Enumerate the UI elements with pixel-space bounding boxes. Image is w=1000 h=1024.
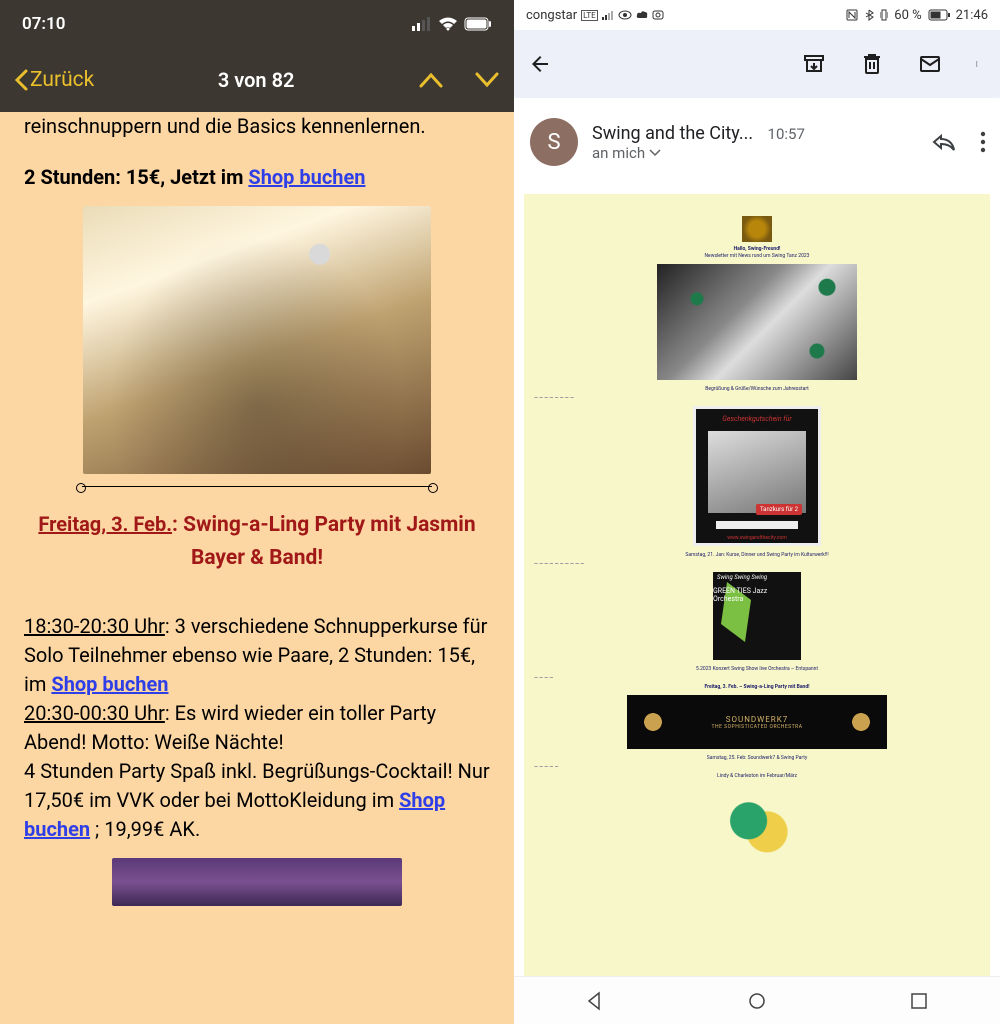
poster-band: GREEN TIES Jazz Orchestra bbox=[713, 588, 795, 603]
chevron-left-icon bbox=[14, 69, 28, 91]
nav-home-button[interactable] bbox=[747, 991, 767, 1011]
poster-dark-title: SOUNDWERK7 bbox=[726, 715, 789, 724]
battery-pct: 60 % bbox=[894, 8, 921, 23]
green-ties-poster: Swing Swing Swing GREEN TIES Jazz Orches… bbox=[713, 572, 801, 660]
event-heading: Freitag, 3. Feb.: Swing-a-Ling Party mit… bbox=[24, 509, 490, 574]
caption-2: Samstag, 21. Jan: Kurse, Dinner und Swin… bbox=[532, 552, 982, 557]
android-nav-bar bbox=[514, 976, 1000, 1024]
body-text-4: — — — — — bbox=[534, 764, 982, 769]
signal-bars-icon bbox=[602, 10, 614, 20]
wifi-icon bbox=[438, 17, 458, 31]
clock: 21:46 bbox=[956, 8, 988, 23]
carrier-label: congstar bbox=[526, 8, 577, 23]
subtitle-line: Newsletter mit News rund um Swing Tanz 2… bbox=[532, 253, 982, 258]
price-line: 2 Stunden: 15€, Jetzt im Shop buchen bbox=[24, 163, 490, 192]
poster-swing-top: Swing Swing Swing bbox=[717, 574, 767, 581]
more-menu-button[interactable] bbox=[976, 52, 982, 76]
nav-recent-button[interactable] bbox=[909, 991, 929, 1011]
ios-phone: 07:10 Zurück 3 von 82 reinschnuppern und… bbox=[0, 0, 514, 1024]
status-time: 07:10 bbox=[22, 14, 65, 34]
gmail-toolbar bbox=[514, 30, 1000, 98]
ios-nav-bar: Zurück 3 von 82 bbox=[0, 48, 514, 112]
chevron-down-icon bbox=[649, 149, 661, 157]
recipient-label[interactable]: an mich bbox=[592, 144, 805, 162]
crest-logo bbox=[742, 216, 772, 242]
price-prefix: 2 Stunden: 15€, Jetzt im bbox=[24, 165, 248, 189]
slot3-tail: ; 19,99€ AK. bbox=[90, 817, 200, 841]
body-text-2: — — — — — — — — — — bbox=[534, 561, 982, 566]
poster-dark-sub: THE SOPHISTICATED ORCHESTRA bbox=[712, 724, 803, 730]
cell-signal-icon bbox=[412, 17, 432, 31]
caption-3: 5.2023 Konzert Swing Show live Orchestra… bbox=[532, 666, 982, 671]
back-label: Zurück bbox=[30, 68, 94, 92]
greeting-line: Hallo, Swing-Freund! bbox=[532, 246, 982, 251]
bluetooth-icon bbox=[864, 9, 874, 21]
sender-time: 10:57 bbox=[768, 125, 805, 143]
sender-row[interactable]: S Swing and the City... 10:57 an mich bbox=[514, 98, 1000, 178]
back-arrow-button[interactable] bbox=[528, 52, 552, 76]
ornament-divider bbox=[82, 486, 432, 487]
event-date: Freitag, 3. Feb. bbox=[38, 512, 172, 536]
voucher-badge: Tanzkurs für 2 bbox=[756, 504, 802, 515]
soundwerk-poster: SOUNDWERK7 THE SOPHISTICATED ORCHESTRA bbox=[627, 695, 887, 749]
voucher-image: Geschenkgutschein für Tanzkurs für 2 www… bbox=[693, 406, 821, 546]
vibrate-icon bbox=[880, 9, 888, 21]
status-right-icons bbox=[412, 17, 492, 31]
slot1-time: 18:30-20:30 Uhr bbox=[24, 614, 165, 638]
caption-4: Freitag, 3. Feb. – Swing-a-Ling Party mi… bbox=[532, 684, 982, 689]
lte-icon: LTE bbox=[581, 10, 598, 21]
reply-button[interactable] bbox=[932, 132, 956, 152]
shop-link-2[interactable]: Shop buchen bbox=[51, 672, 168, 696]
dance-photo bbox=[83, 206, 431, 474]
voucher-title: Geschenkgutschein für bbox=[696, 415, 818, 423]
nfc-icon bbox=[846, 9, 858, 21]
archive-button[interactable] bbox=[802, 52, 826, 76]
instagram-icon bbox=[652, 10, 664, 20]
band-photo bbox=[112, 858, 402, 906]
shop-link-1[interactable]: Shop buchen bbox=[248, 165, 365, 189]
mark-unread-button[interactable] bbox=[918, 52, 942, 76]
voucher-url: www.swingandthecity.com bbox=[696, 535, 818, 541]
slot2-time: 20:30-00:30 Uhr bbox=[24, 701, 165, 725]
battery-icon bbox=[928, 9, 950, 21]
nav-counter: 3 von 82 bbox=[218, 68, 295, 92]
nav-back-button[interactable] bbox=[585, 991, 605, 1011]
caption-5: Samstag, 25. Feb: Soundwerk7 & Swing Par… bbox=[532, 755, 982, 760]
schedule-block: 18:30-20:30 Uhr: 3 verschiedene Schnuppe… bbox=[24, 612, 490, 844]
eye-icon bbox=[618, 10, 632, 20]
intro-text: reinschnuppern und die Basics kennenlern… bbox=[24, 112, 490, 141]
delete-button[interactable] bbox=[860, 52, 884, 76]
caption-6: Lindy & Charleston im Februar/März bbox=[532, 773, 982, 778]
back-button[interactable]: Zurück bbox=[14, 68, 94, 92]
email-body-right[interactable]: Hallo, Swing-Freund! Newsletter mit News… bbox=[524, 194, 990, 976]
battery-icon bbox=[464, 17, 492, 31]
caption-1: Begrüßung & Grüße/Wünsche zum Jahresstar… bbox=[532, 386, 982, 391]
body-text-1: — — — — — — — — bbox=[534, 395, 982, 400]
prev-message-button[interactable] bbox=[418, 71, 444, 89]
avatar[interactable]: S bbox=[530, 118, 578, 166]
event-title-text: : Swing-a-Ling Party mit Jasmin Bayer & … bbox=[172, 513, 476, 570]
ios-status-bar: 07:10 bbox=[0, 0, 514, 48]
hero-image bbox=[657, 264, 857, 380]
dancing-couple-illustration bbox=[715, 784, 799, 876]
cloud-icon bbox=[636, 10, 648, 20]
android-status-bar: congstar LTE 60 % 21:46 bbox=[514, 0, 1000, 30]
next-message-button[interactable] bbox=[474, 71, 500, 89]
sender-name: Swing and the City... 10:57 bbox=[592, 123, 805, 144]
body-text-3: — — — — bbox=[534, 675, 982, 680]
email-body-left[interactable]: reinschnuppern und die Basics kennenlern… bbox=[0, 112, 514, 1024]
android-phone: congstar LTE 60 % 21:46 S Swin bbox=[514, 0, 1000, 1024]
message-more-button[interactable] bbox=[980, 131, 986, 153]
